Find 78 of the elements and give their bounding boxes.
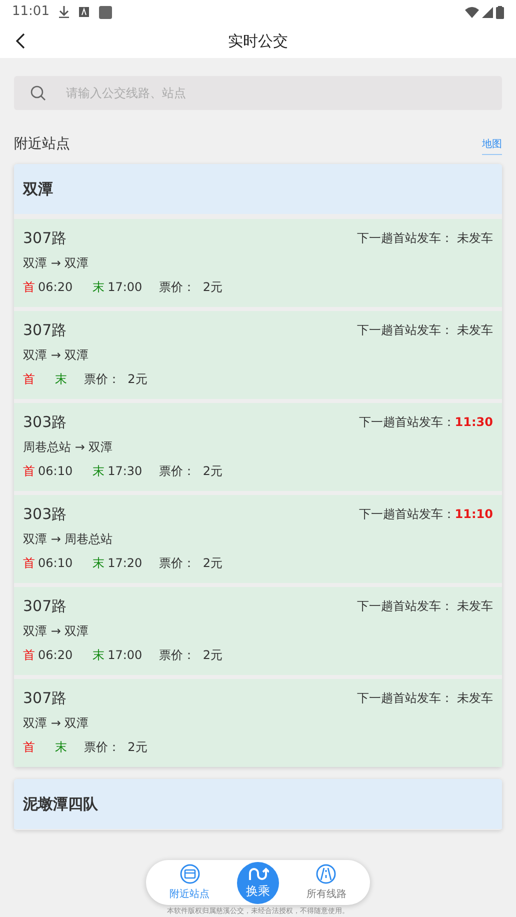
page-title: 实时公交 <box>228 30 288 52</box>
next-departure-value: 未发车 <box>457 690 493 707</box>
nav-tab[interactable]: 所有线路 <box>306 864 346 902</box>
search-icon <box>30 85 46 101</box>
route-name: 307路 <box>23 320 67 341</box>
last-bus-label: 末 <box>55 371 67 388</box>
first-bus-time: 06:20 <box>38 279 73 296</box>
route-name: 303路 <box>23 412 67 433</box>
route-direction: 双潭 → 周巷总站 <box>23 531 113 548</box>
section-title: 附近站点 <box>14 135 70 154</box>
last-bus-label: 末 <box>92 279 105 296</box>
route-card[interactable]: 307路 下一趟首站发车： 未发车 双潭 → 双潭 首 06:20 末 17:00 票价： 2元 <box>14 587 502 675</box>
battery-icon <box>496 6 504 18</box>
station-header[interactable]: 泥墩潭四队 <box>14 779 502 829</box>
first-bus-time: 06:10 <box>38 463 73 480</box>
route-direction: 双潭 → 双潭 <box>23 715 89 732</box>
next-departure-label: 下一趟首站发车： <box>358 506 455 523</box>
next-departure-value: 11:10 <box>454 506 493 523</box>
route-icon <box>246 866 269 882</box>
route-name: 307路 <box>23 596 67 617</box>
last-bus-time: 17:30 <box>108 463 142 480</box>
back-icon <box>15 33 25 49</box>
route-card[interactable]: 307路 下一趟首站发车： 未发车 双潭 → 双潭 首 末 票价： 2元 <box>14 679 502 767</box>
first-bus-label: 首 <box>23 279 35 296</box>
fare: 票价： 2元 <box>159 647 222 664</box>
nav-tab[interactable]: 附近站点 <box>170 864 210 902</box>
next-departure-label: 下一趟首站发车： <box>357 690 453 707</box>
station-header[interactable]: 双潭 <box>14 164 502 214</box>
last-bus-time: 17:00 <box>108 647 142 664</box>
search-input[interactable]: 请输入公交线路、站点 <box>66 84 486 102</box>
next-departure-label: 下一趟首站发车： <box>357 230 453 247</box>
fare: 票价： 2元 <box>84 371 148 388</box>
last-bus-label: 末 <box>92 555 105 572</box>
route-name: 307路 <box>23 688 67 709</box>
next-departure-value: 未发车 <box>457 598 493 615</box>
last-bus-label: 末 <box>92 463 105 480</box>
first-bus-label: 首 <box>23 647 35 664</box>
station-name: 泥墩潭四队 <box>23 794 98 815</box>
station-name: 双潭 <box>23 178 53 200</box>
route-card[interactable]: 303路 下一趟首站发车：11:10 双潭 → 周巷总站 首 06:10 末 17:20 票价： 2元 <box>14 495 502 583</box>
fare: 票价： 2元 <box>159 555 222 572</box>
first-bus-label: 首 <box>23 371 35 388</box>
route-direction: 双潭 → 双潭 <box>23 623 89 640</box>
next-departure-value: 未发车 <box>457 322 493 339</box>
fare: 票价： 2元 <box>84 739 148 756</box>
first-bus-label: 首 <box>23 739 35 756</box>
next-departure-label: 下一趟首站发车： <box>357 598 453 615</box>
search-field[interactable]: 请输入公交线路、站点 <box>14 76 502 110</box>
app-icon <box>79 7 90 17</box>
first-bus-time: 06:20 <box>38 647 73 664</box>
status-time: 11:01 <box>12 3 50 22</box>
bus-stop-icon <box>180 864 200 884</box>
fare: 票价： 2元 <box>159 463 222 480</box>
first-bus-label: 首 <box>23 463 35 480</box>
last-bus-label: 末 <box>55 739 67 756</box>
next-departure-label: 下一趟首站发车： <box>358 414 455 431</box>
last-bus-time: 17:20 <box>108 555 142 572</box>
route-card[interactable]: 307路 下一趟首站发车： 未发车 双潭 → 双潭 首 06:20 末 17:00 票价： 2元 <box>14 219 502 307</box>
route-name: 307路 <box>23 228 67 249</box>
download-icon <box>59 6 70 18</box>
route-card[interactable]: 307路 下一趟首站发车： 未发车 双潭 → 双潭 首 末 票价： 2元 <box>14 311 502 399</box>
route-card[interactable]: 303路 下一趟首站发车：11:30 周巷总站 → 双潭 首 06:10 末 17:30 票价： 2元 <box>14 403 502 491</box>
route-direction: 周巷总站 → 双潭 <box>23 439 113 456</box>
wifi-icon <box>465 6 479 18</box>
first-bus-label: 首 <box>23 555 35 572</box>
fare: 票价： 2元 <box>159 279 222 296</box>
notification-icon <box>99 6 112 18</box>
next-departure-value: 11:30 <box>454 414 493 431</box>
next-departure-label: 下一趟首站发车： <box>357 322 453 339</box>
next-departure-value: 未发车 <box>457 230 493 247</box>
road-icon <box>316 864 336 884</box>
route-name: 303路 <box>23 504 67 525</box>
route-direction: 双潭 → 双潭 <box>23 255 89 272</box>
route-direction: 双潭 → 双潭 <box>23 347 89 364</box>
last-bus-label: 末 <box>92 647 105 664</box>
signal-icon <box>482 6 493 18</box>
last-bus-time: 17:00 <box>108 279 142 296</box>
first-bus-time: 06:10 <box>38 555 73 572</box>
